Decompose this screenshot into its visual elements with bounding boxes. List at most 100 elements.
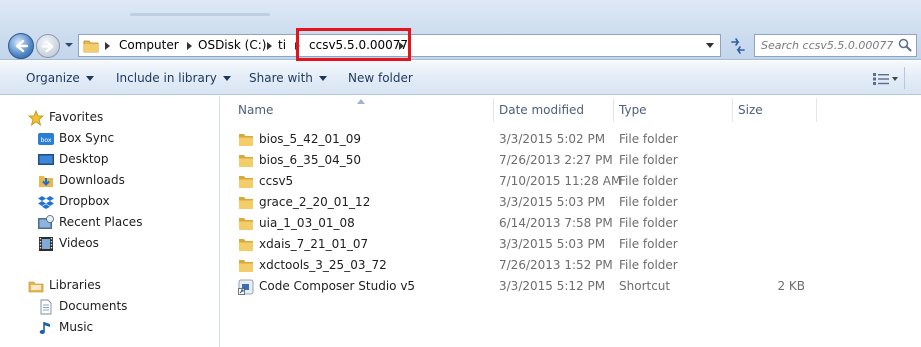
file-list: Name Date modified Type Size bios_5_42_0… <box>221 96 921 347</box>
include-in-library-label: Include in library <box>116 71 217 85</box>
music-icon <box>39 322 50 334</box>
downloads-icon <box>39 176 53 187</box>
back-button[interactable] <box>8 33 34 59</box>
table-row[interactable]: ccsv5 7/10/2015 11:28 AM File folder <box>221 171 921 192</box>
address-row: Computer OSDisk (C:) ti ccsv5.5.0.00077 <box>0 30 921 60</box>
refresh-icon[interactable] <box>726 36 750 56</box>
recent-pages-dropdown-icon[interactable] <box>64 41 74 49</box>
table-row[interactable]: uia_1_03_01_08 6/14/2013 7:58 PM File fo… <box>221 213 921 234</box>
folder-icon <box>239 176 253 188</box>
new-folder-button[interactable]: New folder <box>348 61 413 95</box>
back-arrow-icon <box>15 39 28 53</box>
shortcut-icon <box>238 279 254 295</box>
column-divider[interactable] <box>732 98 733 122</box>
file-date: 7/10/2015 11:28 AM <box>499 174 622 188</box>
nav-item-label: Box Sync <box>59 131 115 145</box>
folder-icon <box>239 260 253 272</box>
nav-item-label: Documents <box>59 299 128 313</box>
file-name: xdais_7_21_01_07 <box>259 237 369 251</box>
include-in-library-button[interactable]: Include in library <box>116 61 231 95</box>
nav-item-downloads[interactable]: Downloads <box>0 170 200 191</box>
file-type: File folder <box>619 153 678 167</box>
table-row[interactable]: Code Composer Studio v5 3/3/2015 5:12 PM… <box>221 276 921 297</box>
share-with-label: Share with <box>249 71 313 85</box>
breadcrumb-separator-icon[interactable] <box>105 42 110 50</box>
file-date: 3/3/2015 5:12 PM <box>499 279 606 293</box>
folder-icon <box>83 40 99 53</box>
file-date: 3/3/2015 5:02 PM <box>499 132 606 146</box>
file-type: File folder <box>619 132 678 146</box>
file-type: Shortcut <box>619 279 671 293</box>
nav-item-documents[interactable]: Documents <box>0 296 200 317</box>
table-row[interactable]: grace_2_20_01_12 3/3/2015 5:03 PM File f… <box>221 192 921 213</box>
forward-arrow-icon <box>42 40 54 53</box>
nav-item-box-sync[interactable]: box Box Sync <box>0 128 200 149</box>
file-date: 7/26/2013 2:27 PM <box>499 153 613 167</box>
nav-favorites-header[interactable]: Favorites <box>0 107 200 128</box>
nav-item-label: Recent Places <box>59 215 143 229</box>
file-name: bios_5_42_01_09 <box>259 132 361 146</box>
navigation-pane: Favorites box Box Sync Desktop Downloads… <box>0 96 220 347</box>
column-divider[interactable] <box>613 98 614 122</box>
share-with-button[interactable]: Share with <box>249 61 327 95</box>
nav-libraries-header[interactable]: Libraries <box>0 275 200 296</box>
file-date: 6/14/2013 7:58 PM <box>499 216 613 230</box>
nav-item-label: Desktop <box>59 152 109 166</box>
search-input[interactable] <box>755 35 895 56</box>
documents-icon <box>40 299 52 315</box>
file-date: 3/3/2015 5:03 PM <box>499 195 606 209</box>
folder-icon <box>239 155 253 167</box>
box-sync-icon: box <box>38 133 54 145</box>
breadcrumb-separator-icon[interactable] <box>267 42 272 50</box>
nav-item-label: Downloads <box>59 173 125 187</box>
organize-label: Organize <box>26 71 80 85</box>
table-row[interactable]: bios_6_35_04_50 7/26/2013 2:27 PM File f… <box>221 150 921 171</box>
nav-item-dropbox[interactable]: Dropbox <box>0 191 200 212</box>
file-name: uia_1_03_01_08 <box>259 216 355 230</box>
breadcrumb-ti[interactable]: ti <box>278 35 286 56</box>
breadcrumb-computer[interactable]: Computer <box>119 35 179 56</box>
table-row[interactable]: xdctools_3_25_03_72 7/26/2013 1:52 PM Fi… <box>221 255 921 276</box>
dropbox-icon <box>38 196 54 209</box>
chevron-down-icon <box>318 76 327 81</box>
file-type: File folder <box>619 216 678 230</box>
file-type: File folder <box>619 237 678 251</box>
nav-item-music[interactable]: Music <box>0 317 200 338</box>
column-header-date-modified[interactable]: Date modified <box>499 96 584 124</box>
nav-item-recent-places[interactable]: Recent Places <box>0 212 200 233</box>
folder-icon <box>239 239 253 251</box>
search-box[interactable] <box>754 34 917 57</box>
file-size: 2 KB <box>777 279 805 293</box>
new-folder-label: New folder <box>348 71 413 85</box>
organize-button[interactable]: Organize <box>26 61 94 95</box>
recent-places-icon <box>38 215 54 229</box>
column-divider[interactable] <box>493 98 494 122</box>
star-icon <box>28 110 44 126</box>
nav-libraries-label: Libraries <box>49 278 101 292</box>
nav-item-desktop[interactable]: Desktop <box>0 149 200 170</box>
current-folder-highlight-box <box>296 28 411 61</box>
file-type: File folder <box>619 174 678 188</box>
view-options-dropdown-icon[interactable] <box>892 77 898 81</box>
breadcrumb-osdisk[interactable]: OSDisk (C:) <box>198 35 266 56</box>
address-history-dropdown-icon[interactable] <box>706 43 714 48</box>
search-icon[interactable] <box>898 38 912 52</box>
column-divider[interactable] <box>816 98 817 122</box>
change-view-icon[interactable] <box>873 73 889 85</box>
chevron-down-icon <box>222 76 231 81</box>
breadcrumb-separator-icon[interactable] <box>187 42 192 50</box>
folder-icon <box>239 218 253 230</box>
window-title-bar <box>0 0 921 30</box>
forward-button[interactable] <box>36 34 60 58</box>
videos-icon <box>39 237 53 251</box>
table-row[interactable]: xdais_7_21_01_07 3/3/2015 5:03 PM File f… <box>221 234 921 255</box>
file-date: 3/3/2015 5:03 PM <box>499 237 606 251</box>
column-header-name[interactable]: Name <box>238 96 273 124</box>
column-header-size[interactable]: Size <box>738 96 763 124</box>
nav-item-label: Music <box>59 320 94 334</box>
nav-item-label: Dropbox <box>59 194 110 208</box>
file-name: grace_2_20_01_12 <box>259 195 371 209</box>
table-row[interactable]: bios_5_42_01_09 3/3/2015 5:02 PM File fo… <box>221 129 921 150</box>
column-header-type[interactable]: Type <box>619 96 647 124</box>
nav-item-videos[interactable]: Videos <box>0 233 200 254</box>
